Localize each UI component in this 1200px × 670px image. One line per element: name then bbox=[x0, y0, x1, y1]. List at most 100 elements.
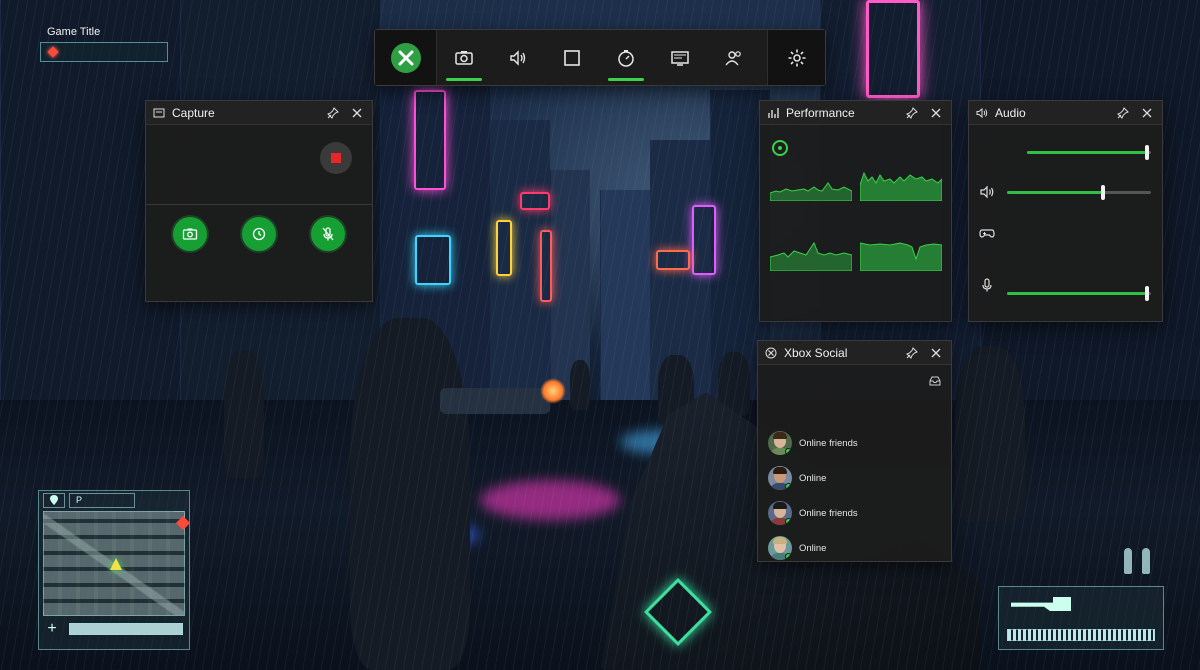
player-position-icon bbox=[110, 558, 122, 570]
grenade-count bbox=[1124, 548, 1150, 574]
game-title-panel: Game Title bbox=[40, 26, 168, 62]
minimap-pin-tab bbox=[43, 493, 65, 508]
game-title: Game Title bbox=[47, 26, 101, 38]
screenshot-button[interactable] bbox=[173, 217, 208, 251]
vram-graph bbox=[769, 235, 853, 272]
grenade-icon bbox=[1124, 548, 1132, 574]
online-status-icon bbox=[785, 553, 792, 560]
gamebar-social-button[interactable] bbox=[707, 30, 761, 85]
monitor-icon bbox=[671, 50, 689, 66]
friend-list-item[interactable]: Online friends bbox=[768, 501, 858, 525]
social-header: Xbox Social bbox=[758, 341, 951, 365]
social-title: Xbox Social bbox=[784, 345, 848, 360]
record-last-30s-button[interactable] bbox=[241, 217, 276, 251]
avatar bbox=[768, 466, 792, 490]
gpu-graph bbox=[859, 165, 943, 202]
speaker-icon bbox=[975, 106, 989, 120]
close-icon[interactable] bbox=[350, 106, 364, 120]
xbox-icon bbox=[764, 346, 778, 360]
performance-widget: Performance bbox=[759, 100, 952, 322]
camera-icon bbox=[455, 50, 473, 65]
xbox-social-widget: Xbox Social Online friends Online Online… bbox=[757, 340, 952, 562]
cpu-graph bbox=[769, 165, 853, 202]
gamebar-resources-button[interactable] bbox=[545, 30, 599, 85]
close-icon[interactable] bbox=[929, 106, 943, 120]
health-plus-icon: + bbox=[47, 620, 57, 637]
online-status-icon bbox=[785, 483, 792, 490]
friend-status: Online bbox=[799, 542, 827, 554]
gamebar-performance-button[interactable] bbox=[599, 30, 653, 85]
close-icon[interactable] bbox=[929, 346, 943, 360]
people-icon bbox=[725, 50, 741, 65]
minimap: P + bbox=[38, 490, 191, 650]
capture-title: Capture bbox=[172, 105, 215, 120]
mic-off-icon bbox=[322, 227, 334, 241]
capture-widget-icon bbox=[152, 106, 166, 120]
master-volume-fill bbox=[1027, 151, 1148, 154]
online-status-icon bbox=[785, 448, 792, 455]
pin-icon[interactable] bbox=[326, 106, 340, 120]
friend-list-item[interactable]: Online bbox=[768, 536, 826, 560]
ammo-bar bbox=[1007, 629, 1155, 641]
avatar bbox=[768, 431, 792, 455]
friend-list-item[interactable]: Online bbox=[768, 466, 826, 490]
pin-icon[interactable] bbox=[1116, 106, 1130, 120]
mic-volume-knob[interactable] bbox=[1144, 286, 1149, 301]
system-volume-knob[interactable] bbox=[1101, 185, 1106, 200]
audio-widget: Audio bbox=[968, 100, 1163, 322]
gamebar-audio-button[interactable] bbox=[491, 30, 545, 85]
minimap-p-tab: P bbox=[69, 493, 135, 508]
xbox-logo-icon bbox=[390, 42, 421, 73]
gamepad-icon bbox=[979, 225, 999, 241]
speaker-icon bbox=[510, 49, 526, 66]
performance-dial-icon bbox=[772, 140, 788, 156]
pin-icon[interactable] bbox=[905, 106, 919, 120]
objective-marker-icon bbox=[47, 46, 59, 58]
waypoint-icon bbox=[175, 515, 191, 531]
record-last-icon bbox=[252, 227, 266, 241]
performance-title: Performance bbox=[786, 105, 855, 120]
gear-icon bbox=[788, 49, 805, 66]
audio-header: Audio bbox=[969, 101, 1162, 125]
xbox-home-button[interactable] bbox=[375, 30, 437, 85]
health-bar bbox=[69, 623, 183, 635]
bar-chart-icon bbox=[766, 106, 780, 120]
weapon-panel bbox=[998, 586, 1164, 650]
friend-status: Online friends bbox=[799, 507, 858, 519]
avatar bbox=[768, 501, 792, 525]
friend-status: Online friends bbox=[799, 437, 858, 449]
mic-volume-slider[interactable] bbox=[1007, 286, 1151, 301]
speaker-icon bbox=[979, 184, 999, 200]
stop-recording-button[interactable] bbox=[320, 142, 352, 174]
objective-bar bbox=[40, 42, 168, 62]
avatar bbox=[768, 536, 792, 560]
mic-toggle-button[interactable] bbox=[310, 217, 345, 251]
system-volume-fill bbox=[1007, 191, 1104, 194]
friend-list-item[interactable]: Online friends bbox=[768, 431, 858, 455]
ram-graph bbox=[859, 235, 943, 272]
gamebar-gallery-button[interactable] bbox=[653, 30, 707, 85]
master-volume-slider[interactable] bbox=[1027, 145, 1151, 160]
mic-volume-fill bbox=[1007, 292, 1147, 295]
gamebar-settings-button[interactable] bbox=[767, 30, 825, 85]
camera-icon bbox=[183, 228, 198, 240]
xbox-game-bar bbox=[374, 29, 826, 86]
pin-icon[interactable] bbox=[905, 346, 919, 360]
minimap-map bbox=[43, 511, 191, 616]
audio-title: Audio bbox=[995, 105, 1026, 120]
capture-header: Capture bbox=[146, 101, 372, 125]
capture-status-area bbox=[146, 125, 372, 205]
inbox-icon[interactable] bbox=[929, 374, 941, 392]
master-volume-knob[interactable] bbox=[1145, 145, 1150, 160]
record-stop-icon bbox=[331, 153, 341, 163]
square-icon bbox=[564, 49, 580, 66]
online-status-icon bbox=[785, 518, 792, 525]
grenade-icon bbox=[1142, 548, 1150, 574]
performance-header: Performance bbox=[760, 101, 951, 125]
friend-status: Online bbox=[799, 472, 827, 484]
gamebar-capture-button[interactable] bbox=[437, 30, 491, 85]
capture-widget: Capture bbox=[145, 100, 373, 302]
close-icon[interactable] bbox=[1140, 106, 1154, 120]
mic-icon bbox=[979, 277, 999, 293]
system-volume-slider[interactable] bbox=[1007, 185, 1151, 200]
